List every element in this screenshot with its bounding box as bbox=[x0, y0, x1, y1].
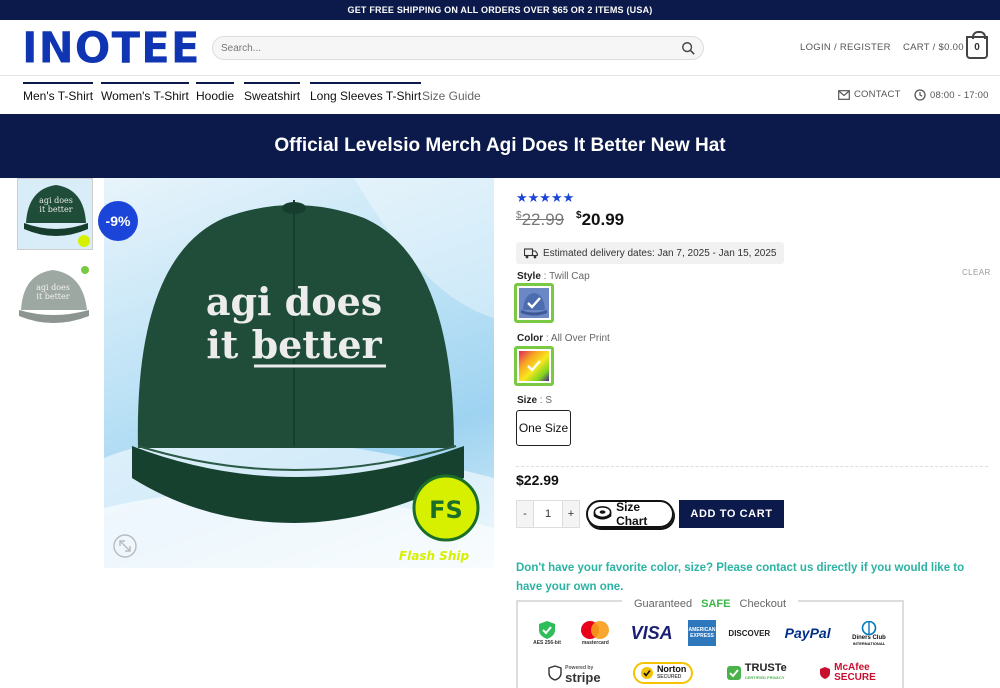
green-cap-illustration: agi does it better FS Flash Ship bbox=[104, 178, 494, 568]
opening-hours: 08:00 - 17:00 bbox=[914, 89, 989, 101]
main-product-image[interactable]: agi does it better FS Flash Ship bbox=[104, 178, 494, 568]
delivery-truck-icon bbox=[524, 247, 538, 258]
svg-text:agi does: agi does bbox=[39, 196, 73, 205]
checkmark-icon bbox=[640, 667, 653, 679]
envelope-icon bbox=[838, 89, 850, 100]
quantity-decrease-button[interactable]: - bbox=[517, 501, 533, 527]
diners-club-logo: Diners Club INTERNATIONAL bbox=[846, 620, 892, 646]
safe-checkout-title: Guaranteed SAFE Checkout bbox=[518, 594, 902, 612]
nav-item-sweatshirt[interactable]: Sweatshirt bbox=[244, 82, 301, 108]
style-attribute: Style : Twill Cap bbox=[517, 271, 590, 282]
clear-selection-link[interactable]: CLEAR bbox=[962, 268, 991, 277]
thumbnail-gray-hat[interactable]: agi does it better bbox=[17, 262, 93, 334]
mcafee-shield-icon bbox=[820, 667, 831, 679]
svg-text:FS: FS bbox=[429, 496, 463, 524]
style-swatch-twill-cap[interactable] bbox=[514, 283, 554, 323]
aes-shield-icon: AES 256-bit bbox=[532, 620, 562, 646]
search-bar bbox=[212, 36, 704, 60]
nav-item-size-guide[interactable]: Size Guide bbox=[422, 82, 481, 108]
thumbnail-green-hat[interactable]: agi does it better bbox=[17, 178, 93, 250]
quantity-input[interactable] bbox=[533, 501, 563, 527]
announcement-bar: GET FREE SHIPPING ON ALL ORDERS OVER $65… bbox=[0, 0, 1000, 20]
contact-label: CONTACT bbox=[854, 89, 901, 100]
cart-link[interactable]: CART / $0.00 bbox=[903, 42, 964, 53]
divider bbox=[516, 466, 988, 467]
sale-price: $20.99 bbox=[576, 210, 625, 229]
size-option-one-size[interactable]: One Size bbox=[516, 410, 571, 446]
svg-text:it better: it better bbox=[39, 205, 72, 214]
mastercard-logo: mastercard bbox=[575, 620, 615, 646]
product-title-band: Official Levelsio Merch Agi Does It Bett… bbox=[0, 114, 1000, 178]
product-title: Official Levelsio Merch Agi Does It Bett… bbox=[274, 135, 726, 156]
discount-badge: -9% bbox=[98, 201, 138, 241]
stripe-badge: Powered by stripe bbox=[548, 664, 601, 684]
zoom-icon[interactable] bbox=[112, 533, 138, 559]
estimated-delivery: Estimated delivery dates: Jan 7, 2025 - … bbox=[516, 242, 785, 264]
delivery-text: Estimated delivery dates: Jan 7, 2025 - … bbox=[543, 247, 777, 259]
svg-text:Flash Ship: Flash Ship bbox=[399, 549, 470, 563]
site-logo[interactable]: INOTEE bbox=[22, 25, 201, 71]
site-header: INOTEE LOGIN / REGISTER CART / $0.00 0 bbox=[0, 20, 1000, 76]
nav-item-hoodie[interactable]: Hoodie bbox=[196, 82, 235, 108]
truste-check-icon bbox=[726, 666, 741, 680]
search-icon[interactable] bbox=[681, 41, 695, 55]
variant-price: $22.99 bbox=[516, 472, 559, 488]
quantity-stepper: - + bbox=[516, 500, 580, 528]
size-chart-button[interactable]: Size Chart bbox=[586, 500, 674, 528]
color-attribute: Color : All Over Print bbox=[517, 333, 610, 344]
green-hat-thumbnail-image: agi does it better bbox=[18, 179, 92, 249]
shield-icon bbox=[548, 665, 562, 681]
rating-stars[interactable]: ★★★★★ bbox=[516, 190, 574, 206]
nav-item-womens-tshirt[interactable]: Women's T-Shirt bbox=[101, 82, 189, 108]
clock-icon bbox=[914, 89, 926, 101]
discover-logo: DISCOVER bbox=[728, 628, 771, 638]
size-chart-label: Size Chart bbox=[616, 500, 648, 528]
gray-hat-thumbnail-image: agi does it better bbox=[17, 262, 93, 334]
color-swatch-all-over-print[interactable] bbox=[514, 346, 554, 386]
quantity-increase-button[interactable]: + bbox=[563, 501, 579, 527]
paypal-logo: PayPal bbox=[784, 625, 831, 641]
contact-link[interactable]: CONTACT bbox=[838, 89, 901, 100]
svg-text:agi does: agi does bbox=[36, 283, 70, 292]
cart-count: 0 bbox=[974, 42, 980, 53]
size-attribute: Size : S bbox=[517, 395, 553, 406]
amex-logo: AMERICAN EXPRESS bbox=[687, 620, 716, 646]
norton-badge: Norton SECURED bbox=[632, 662, 694, 684]
add-to-cart-button[interactable]: ADD TO CART bbox=[679, 500, 784, 528]
login-register-link[interactable]: LOGIN / REGISTER bbox=[800, 42, 891, 53]
twill-cap-swatch-image bbox=[519, 288, 549, 318]
measuring-tape-icon bbox=[593, 506, 612, 520]
svg-text:it better: it better bbox=[206, 322, 382, 367]
svg-text:it better: it better bbox=[36, 292, 69, 301]
main-nav: Men's T-Shirt Women's T-Shirt Hoodie Swe… bbox=[0, 76, 1000, 114]
nav-item-long-sleeves[interactable]: Long Sleeves T-Shirt bbox=[310, 82, 422, 108]
announcement-text: GET FREE SHIPPING ON ALL ORDERS OVER $65… bbox=[347, 5, 653, 15]
hours-label: 08:00 - 17:00 bbox=[930, 89, 989, 101]
safe-checkout-box: Guaranteed SAFE Checkout AES 256-bit mas… bbox=[516, 598, 904, 688]
original-price: $22.99 bbox=[516, 210, 565, 229]
mcafee-badge: McAfee SECURE bbox=[819, 663, 876, 683]
custom-request-note: Don't have your favorite color, size? Pl… bbox=[516, 562, 965, 593]
nav-item-mens-tshirt[interactable]: Men's T-Shirt bbox=[23, 82, 94, 108]
search-input[interactable] bbox=[221, 42, 681, 54]
payment-logos-row: AES 256-bit mastercard VISA AMERICAN EXP… bbox=[532, 620, 892, 646]
svg-text:agi does: agi does bbox=[206, 279, 382, 324]
security-logos-row: Powered by stripe Norton SECURED TRUSTe … bbox=[532, 662, 892, 684]
all-over-print-swatch-image bbox=[519, 351, 549, 381]
cart-icon[interactable]: 0 bbox=[966, 31, 988, 59]
truste-badge: TRUSTe CERTIFIED PRIVACY bbox=[726, 663, 787, 682]
visa-logo: VISA bbox=[630, 622, 673, 643]
